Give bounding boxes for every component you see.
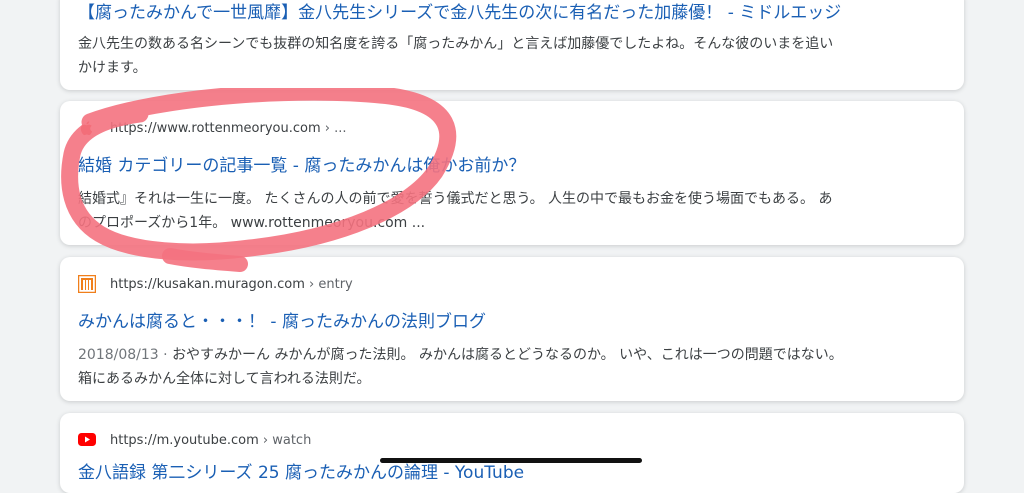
result-card: https://kusakan.muragon.com › entry みかんは… <box>60 257 964 401</box>
snippet-line: のプロポーズから1年。 www.rottenmeoryou.com ... <box>78 215 426 231</box>
result-url: https://kusakan.muragon.com › entry <box>110 276 353 292</box>
snippet-line: 結婚式』それは一生に一度。 たくさんの人の前で愛を誓う儀式だと思う。 人生の中で… <box>78 191 833 207</box>
snippet-line: 2018/08/13 · おやすみかーん みかんが腐った法則。 みかんは腐るとど… <box>78 347 843 363</box>
result-snippet: 2018/08/13 · おやすみかーん みかんが腐った法則。 みかんは腐るとど… <box>78 343 944 391</box>
result-cite[interactable]: https://m.youtube.com › watch <box>78 431 311 449</box>
muragon-icon <box>78 275 96 293</box>
result-card: https://m.youtube.com › watch 金八語録 第二シリー… <box>60 413 964 493</box>
result-cite[interactable]: https://kusakan.muragon.com › entry <box>78 275 353 293</box>
snippet-line: 箱にあるみかん全体に対して言われる法則だ。 <box>78 371 371 387</box>
result-title-link[interactable]: 結婚 カテゴリーの記事一覧 - 腐ったみかんは俺かお前か？ <box>78 154 946 178</box>
snippet-line: かけます。 <box>78 60 147 76</box>
result-card: 【腐ったみかんで一世風靡】金八先生シリーズで金八先生の次に有名だった加藤優！ -… <box>60 0 964 90</box>
result-url: https://www.rottenmeoryou.com › ... <box>110 120 347 136</box>
result-title-link[interactable]: みかんは腐ると・・・！ - 腐ったみかんの法則ブログ <box>78 310 946 334</box>
snippet-line: 金八先生の数ある名シーンでも抜群の知名度を誇る「腐ったみかん」と言えば加藤優でし… <box>78 36 834 52</box>
result-card: https://www.rottenmeoryou.com › ... 結婚 カ… <box>60 101 964 245</box>
result-title-link[interactable]: 【腐ったみかんで一世風靡】金八先生シリーズで金八先生の次に有名だった加藤優！ -… <box>78 1 946 25</box>
apple-icon <box>78 119 96 137</box>
result-snippet: 金八先生の数ある名シーンでも抜群の知名度を誇る「腐ったみかん」と言えば加藤優でし… <box>78 32 944 80</box>
result-url: https://m.youtube.com › watch <box>110 432 312 448</box>
result-snippet: 結婚式』それは一生に一度。 たくさんの人の前で愛を誓う儀式だと思う。 人生の中で… <box>78 187 944 235</box>
youtube-icon <box>78 431 96 449</box>
result-cite[interactable]: https://www.rottenmeoryou.com › ... <box>78 119 347 137</box>
result-date: 2018/08/13 <box>78 347 159 363</box>
home-indicator <box>380 458 642 463</box>
result-title-link[interactable]: 金八語録 第二シリーズ 25 腐ったみかんの論理 - YouTube <box>78 461 946 485</box>
